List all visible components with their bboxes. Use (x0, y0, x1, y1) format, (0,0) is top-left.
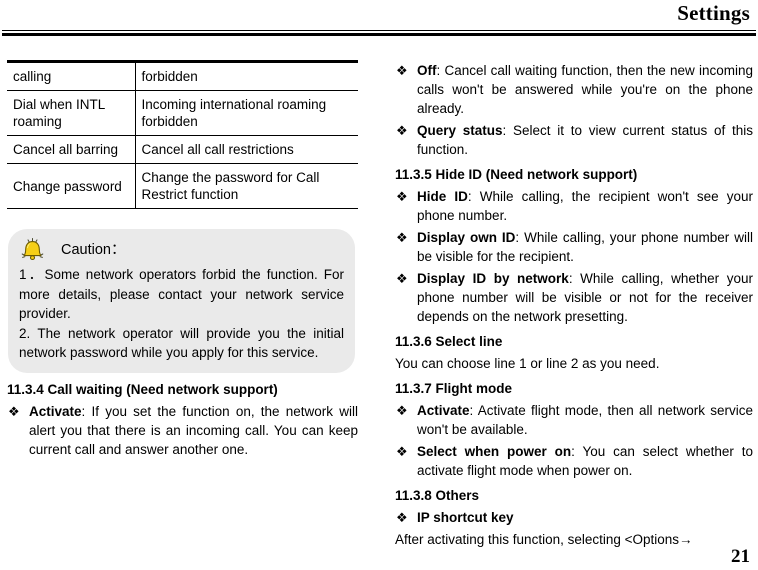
caution-paragraph-1: 1．Some network operators forbid the func… (19, 267, 344, 321)
select-line-description: You can choose line 1 or line 2 as you n… (395, 356, 660, 371)
caution-header: Caution： (19, 237, 344, 263)
table-cell-option: Cancel all barring (7, 135, 136, 164)
call-restrict-table: calling forbidden Dial when INTL roaming… (7, 60, 358, 209)
list-item-text: : Cancel call waiting function, then the… (417, 63, 753, 116)
list-item-lead: Hide ID (417, 189, 468, 204)
diamond-bullet-icon: ❖ (8, 403, 20, 419)
ip-shortcut-description: After activating this function, selectin… (395, 530, 753, 549)
diamond-bullet-icon: ❖ (396, 123, 408, 138)
section-heading-11-3-7: 11.3.7 Flight mode (395, 381, 513, 396)
list-item: ❖ Activate: Activate flight mode, then a… (395, 401, 753, 439)
diamond-bullet-icon: ❖ (396, 403, 408, 418)
section-heading-11-3-5: 11.3.5 Hide ID (Need network support) (395, 167, 638, 182)
list-item-lead: IP shortcut key (417, 510, 514, 525)
table-row: Cancel all barring Cancel all call restr… (7, 135, 358, 164)
list-item-lead: Activate (417, 403, 470, 418)
table-cell-description: forbidden (135, 60, 358, 91)
list-item-lead: Off (417, 63, 437, 78)
page-number: 21 (731, 546, 750, 567)
list-item-lead: Activate (29, 403, 82, 419)
list-item: ❖ Activate: If you set the function on, … (7, 402, 358, 459)
list-item: ❖ Hide ID: While calling, the recipient … (395, 187, 753, 225)
list-item: ❖ Select when power on: You can select w… (395, 442, 753, 480)
options-menu-reference: Options (632, 532, 680, 547)
table-cell-description: Cancel all call restrictions (135, 135, 358, 164)
ip-shortcut-text-before: After activating this function, selectin… (395, 532, 633, 547)
section-heading-11-3-8: 11.3.8 Others (395, 488, 480, 503)
table-cell-description: Change the password for Call Restrict fu… (135, 163, 358, 209)
caution-paragraph-2: 2. The network operator will provide you… (19, 325, 344, 361)
bell-icon (19, 237, 47, 263)
table-cell-option: Dial when INTL roaming (7, 90, 136, 136)
diamond-bullet-icon: ❖ (396, 510, 408, 525)
list-item: ❖ Query status: Select it to view curren… (395, 121, 753, 159)
list-item-lead: Query status (417, 123, 503, 138)
page-title: Settings (677, 1, 750, 25)
list-item-text: : While calling, the recipient won't see… (417, 189, 753, 223)
list-item: ❖ IP shortcut key (395, 508, 753, 527)
list-item-lead: Display own ID (417, 230, 516, 245)
table-cell-option: Change password (7, 163, 136, 209)
diamond-bullet-icon: ❖ (396, 271, 408, 286)
list-item-lead: Display ID by network (417, 271, 569, 286)
header-rule-thick (2, 33, 756, 36)
table-cell-description: Incoming international roaming forbidden (135, 90, 358, 136)
table-cell-option: calling (7, 60, 136, 91)
diamond-bullet-icon: ❖ (396, 189, 408, 204)
list-item-lead: Select when power on (417, 444, 572, 459)
page-header: Settings (0, 0, 758, 44)
diamond-bullet-icon: ❖ (396, 230, 408, 245)
table-row: Dial when INTL roaming Incoming internat… (7, 90, 358, 136)
caution-callout: Caution： 1．Some network operators forbid… (8, 229, 355, 373)
right-column: ❖ Off: Cancel call waiting function, the… (395, 58, 753, 549)
section-heading-11-3-4: 11.3.4 Call waiting (Need network suppor… (7, 381, 278, 397)
header-divider (2, 30, 756, 36)
diamond-bullet-icon: ❖ (396, 63, 408, 78)
list-item: ❖ Off: Cancel call waiting function, the… (395, 61, 753, 118)
section-heading-11-3-6: 11.3.6 Select line (395, 334, 503, 349)
table-row: calling forbidden (7, 60, 358, 91)
left-column: calling forbidden Dial when INTL roaming… (7, 60, 358, 459)
table-row: Change password Change the password for … (7, 163, 358, 209)
list-item: ❖ Display own ID: While calling, your ph… (395, 228, 753, 266)
ip-shortcut-arrow-icon: → (679, 532, 693, 547)
diamond-bullet-icon: ❖ (396, 444, 408, 459)
caution-label: Caution： (61, 242, 126, 258)
list-item: ❖ Display ID by network: While calling, … (395, 269, 753, 326)
